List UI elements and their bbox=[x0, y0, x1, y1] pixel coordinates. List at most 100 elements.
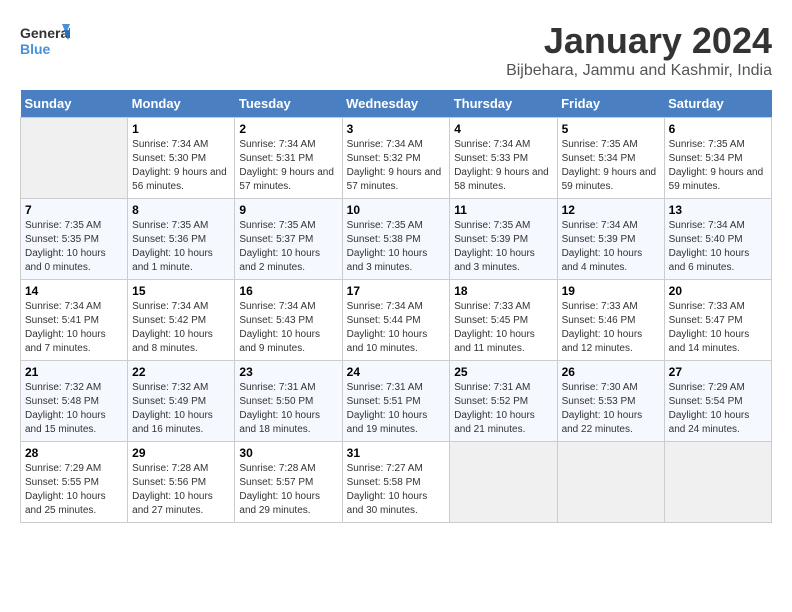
day-cell: 24 Sunrise: 7:31 AMSunset: 5:51 PMDaylig… bbox=[342, 361, 450, 442]
week-row-2: 7 Sunrise: 7:35 AMSunset: 5:35 PMDayligh… bbox=[21, 199, 772, 280]
day-info: Sunrise: 7:33 AMSunset: 5:45 PMDaylight:… bbox=[454, 300, 552, 356]
day-cell: 30 Sunrise: 7:28 AMSunset: 5:57 PMDaylig… bbox=[235, 442, 342, 523]
day-info: Sunrise: 7:34 AMSunset: 5:41 PMDaylight:… bbox=[25, 300, 123, 356]
day-info: Sunrise: 7:34 AMSunset: 5:30 PMDaylight:… bbox=[132, 138, 230, 194]
day-info: Sunrise: 7:34 AMSunset: 5:33 PMDaylight:… bbox=[454, 138, 552, 194]
day-info: Sunrise: 7:34 AMSunset: 5:39 PMDaylight:… bbox=[562, 219, 660, 275]
day-info: Sunrise: 7:35 AMSunset: 5:35 PMDaylight:… bbox=[25, 219, 123, 275]
day-number: 21 bbox=[25, 365, 123, 379]
day-cell: 11 Sunrise: 7:35 AMSunset: 5:39 PMDaylig… bbox=[450, 199, 557, 280]
column-header-tuesday: Tuesday bbox=[235, 90, 342, 118]
column-header-monday: Monday bbox=[128, 90, 235, 118]
day-cell: 21 Sunrise: 7:32 AMSunset: 5:48 PMDaylig… bbox=[21, 361, 128, 442]
day-number: 23 bbox=[239, 365, 337, 379]
day-info: Sunrise: 7:28 AMSunset: 5:57 PMDaylight:… bbox=[239, 462, 337, 518]
day-number: 25 bbox=[454, 365, 552, 379]
day-info: Sunrise: 7:30 AMSunset: 5:53 PMDaylight:… bbox=[562, 381, 660, 437]
day-cell: 14 Sunrise: 7:34 AMSunset: 5:41 PMDaylig… bbox=[21, 280, 128, 361]
day-number: 28 bbox=[25, 446, 123, 460]
column-header-saturday: Saturday bbox=[664, 90, 771, 118]
day-info: Sunrise: 7:29 AMSunset: 5:54 PMDaylight:… bbox=[669, 381, 767, 437]
day-cell: 2 Sunrise: 7:34 AMSunset: 5:31 PMDayligh… bbox=[235, 118, 342, 199]
day-number: 5 bbox=[562, 122, 660, 136]
day-cell: 27 Sunrise: 7:29 AMSunset: 5:54 PMDaylig… bbox=[664, 361, 771, 442]
day-info: Sunrise: 7:27 AMSunset: 5:58 PMDaylight:… bbox=[347, 462, 446, 518]
day-number: 14 bbox=[25, 284, 123, 298]
day-cell: 12 Sunrise: 7:34 AMSunset: 5:39 PMDaylig… bbox=[557, 199, 664, 280]
day-cell bbox=[557, 442, 664, 523]
day-number: 11 bbox=[454, 203, 552, 217]
day-cell: 10 Sunrise: 7:35 AMSunset: 5:38 PMDaylig… bbox=[342, 199, 450, 280]
day-number: 9 bbox=[239, 203, 337, 217]
day-info: Sunrise: 7:28 AMSunset: 5:56 PMDaylight:… bbox=[132, 462, 230, 518]
day-cell: 31 Sunrise: 7:27 AMSunset: 5:58 PMDaylig… bbox=[342, 442, 450, 523]
day-info: Sunrise: 7:34 AMSunset: 5:32 PMDaylight:… bbox=[347, 138, 446, 194]
column-header-thursday: Thursday bbox=[450, 90, 557, 118]
day-cell: 1 Sunrise: 7:34 AMSunset: 5:30 PMDayligh… bbox=[128, 118, 235, 199]
day-number: 30 bbox=[239, 446, 337, 460]
day-number: 27 bbox=[669, 365, 767, 379]
day-info: Sunrise: 7:35 AMSunset: 5:38 PMDaylight:… bbox=[347, 219, 446, 275]
day-cell: 18 Sunrise: 7:33 AMSunset: 5:45 PMDaylig… bbox=[450, 280, 557, 361]
day-info: Sunrise: 7:35 AMSunset: 5:36 PMDaylight:… bbox=[132, 219, 230, 275]
week-row-5: 28 Sunrise: 7:29 AMSunset: 5:55 PMDaylig… bbox=[21, 442, 772, 523]
day-info: Sunrise: 7:34 AMSunset: 5:42 PMDaylight:… bbox=[132, 300, 230, 356]
day-cell: 29 Sunrise: 7:28 AMSunset: 5:56 PMDaylig… bbox=[128, 442, 235, 523]
header-row: SundayMondayTuesdayWednesdayThursdayFrid… bbox=[21, 90, 772, 118]
day-number: 12 bbox=[562, 203, 660, 217]
day-cell: 20 Sunrise: 7:33 AMSunset: 5:47 PMDaylig… bbox=[664, 280, 771, 361]
day-number: 24 bbox=[347, 365, 446, 379]
svg-text:Blue: Blue bbox=[20, 41, 51, 57]
day-number: 1 bbox=[132, 122, 230, 136]
logo: General Blue bbox=[20, 20, 70, 65]
day-number: 29 bbox=[132, 446, 230, 460]
day-info: Sunrise: 7:31 AMSunset: 5:52 PMDaylight:… bbox=[454, 381, 552, 437]
day-info: Sunrise: 7:32 AMSunset: 5:48 PMDaylight:… bbox=[25, 381, 123, 437]
day-info: Sunrise: 7:34 AMSunset: 5:40 PMDaylight:… bbox=[669, 219, 767, 275]
week-row-1: 1 Sunrise: 7:34 AMSunset: 5:30 PMDayligh… bbox=[21, 118, 772, 199]
day-cell bbox=[450, 442, 557, 523]
svg-text:General: General bbox=[20, 25, 70, 41]
day-number: 17 bbox=[347, 284, 446, 298]
day-info: Sunrise: 7:33 AMSunset: 5:46 PMDaylight:… bbox=[562, 300, 660, 356]
day-cell: 28 Sunrise: 7:29 AMSunset: 5:55 PMDaylig… bbox=[21, 442, 128, 523]
day-number: 3 bbox=[347, 122, 446, 136]
day-number: 6 bbox=[669, 122, 767, 136]
day-cell: 5 Sunrise: 7:35 AMSunset: 5:34 PMDayligh… bbox=[557, 118, 664, 199]
day-info: Sunrise: 7:34 AMSunset: 5:44 PMDaylight:… bbox=[347, 300, 446, 356]
day-cell: 17 Sunrise: 7:34 AMSunset: 5:44 PMDaylig… bbox=[342, 280, 450, 361]
day-info: Sunrise: 7:35 AMSunset: 5:37 PMDaylight:… bbox=[239, 219, 337, 275]
day-number: 4 bbox=[454, 122, 552, 136]
day-cell: 15 Sunrise: 7:34 AMSunset: 5:42 PMDaylig… bbox=[128, 280, 235, 361]
day-info: Sunrise: 7:35 AMSunset: 5:34 PMDaylight:… bbox=[669, 138, 767, 194]
day-cell: 4 Sunrise: 7:34 AMSunset: 5:33 PMDayligh… bbox=[450, 118, 557, 199]
day-info: Sunrise: 7:31 AMSunset: 5:51 PMDaylight:… bbox=[347, 381, 446, 437]
day-info: Sunrise: 7:34 AMSunset: 5:31 PMDaylight:… bbox=[239, 138, 337, 194]
day-number: 15 bbox=[132, 284, 230, 298]
day-info: Sunrise: 7:34 AMSunset: 5:43 PMDaylight:… bbox=[239, 300, 337, 356]
day-cell: 13 Sunrise: 7:34 AMSunset: 5:40 PMDaylig… bbox=[664, 199, 771, 280]
day-info: Sunrise: 7:31 AMSunset: 5:50 PMDaylight:… bbox=[239, 381, 337, 437]
day-cell: 6 Sunrise: 7:35 AMSunset: 5:34 PMDayligh… bbox=[664, 118, 771, 199]
day-cell: 7 Sunrise: 7:35 AMSunset: 5:35 PMDayligh… bbox=[21, 199, 128, 280]
day-number: 16 bbox=[239, 284, 337, 298]
month-title: January 2024 bbox=[506, 20, 772, 62]
column-header-wednesday: Wednesday bbox=[342, 90, 450, 118]
week-row-4: 21 Sunrise: 7:32 AMSunset: 5:48 PMDaylig… bbox=[21, 361, 772, 442]
calendar-table: SundayMondayTuesdayWednesdayThursdayFrid… bbox=[20, 90, 772, 523]
day-cell: 8 Sunrise: 7:35 AMSunset: 5:36 PMDayligh… bbox=[128, 199, 235, 280]
day-cell: 3 Sunrise: 7:34 AMSunset: 5:32 PMDayligh… bbox=[342, 118, 450, 199]
location: Bijbehara, Jammu and Kashmir, India bbox=[506, 62, 772, 80]
day-number: 19 bbox=[562, 284, 660, 298]
day-info: Sunrise: 7:35 AMSunset: 5:39 PMDaylight:… bbox=[454, 219, 552, 275]
page-header: General Blue January 2024 Bijbehara, Jam… bbox=[20, 20, 772, 80]
day-number: 20 bbox=[669, 284, 767, 298]
day-number: 13 bbox=[669, 203, 767, 217]
column-header-sunday: Sunday bbox=[21, 90, 128, 118]
day-cell: 23 Sunrise: 7:31 AMSunset: 5:50 PMDaylig… bbox=[235, 361, 342, 442]
day-info: Sunrise: 7:33 AMSunset: 5:47 PMDaylight:… bbox=[669, 300, 767, 356]
day-number: 8 bbox=[132, 203, 230, 217]
day-cell: 25 Sunrise: 7:31 AMSunset: 5:52 PMDaylig… bbox=[450, 361, 557, 442]
day-cell: 16 Sunrise: 7:34 AMSunset: 5:43 PMDaylig… bbox=[235, 280, 342, 361]
day-number: 31 bbox=[347, 446, 446, 460]
